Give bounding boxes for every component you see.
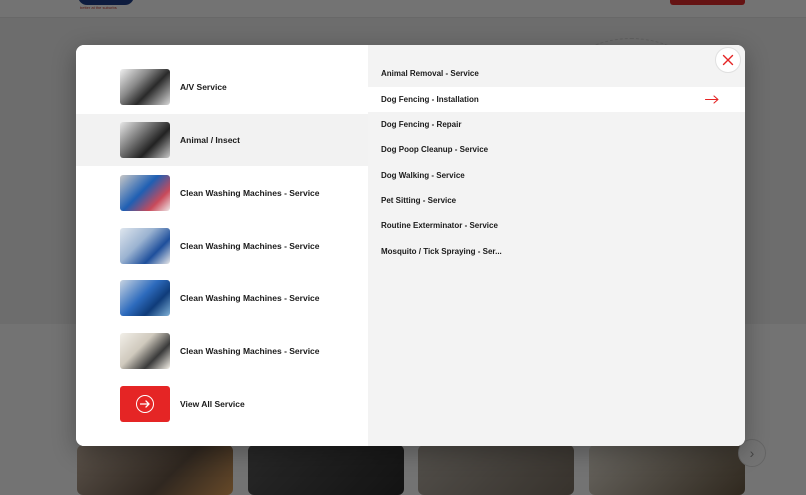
service-label: Pet Sitting - Service (381, 196, 457, 205)
service-label: Dog Fencing - Repair (381, 120, 462, 129)
category-item-av-service[interactable]: A/V Service (76, 61, 368, 113)
service-item[interactable]: Animal Removal - Service (368, 61, 745, 86)
service-item[interactable]: Routine Exterminator - Service (368, 213, 745, 238)
category-item-clean-washing-machines[interactable]: Clean Washing Machines - Service (76, 220, 368, 272)
category-label: A/V Service (180, 82, 227, 92)
service-item[interactable]: Dog Poop Cleanup - Service (368, 137, 745, 162)
view-all-service-link[interactable]: View All Service (76, 378, 368, 430)
category-item-clean-washing-machines[interactable]: Clean Washing Machines - Service (76, 272, 368, 324)
service-item[interactable]: Dog Fencing - Repair (368, 112, 745, 137)
service-label: Animal Removal - Service (381, 69, 479, 78)
category-item-clean-washing-machines[interactable]: Clean Washing Machines - Service (76, 325, 368, 377)
washing-machine-photo (120, 280, 170, 316)
category-label: Animal / Insect (180, 135, 240, 145)
category-list: A/V Service Animal / Insect Clean Washin… (76, 45, 368, 446)
category-label: Clean Washing Machines - Service (180, 188, 320, 198)
service-item[interactable]: Mosquito / Tick Spraying - Ser... (368, 239, 745, 264)
service-item-active[interactable]: Dog Fencing - Installation (368, 87, 745, 112)
view-all-label: View All Service (180, 399, 245, 409)
service-item[interactable]: Dog Walking - Service (368, 163, 745, 188)
pest-technician-photo (120, 122, 170, 158)
category-item-clean-washing-machines[interactable]: Clean Washing Machines - Service (76, 167, 368, 219)
view-all-tile (120, 386, 170, 422)
category-label: Clean Washing Machines - Service (180, 293, 320, 303)
category-label: Clean Washing Machines - Service (180, 346, 320, 356)
service-list: Animal Removal - Service Dog Fencing - I… (368, 45, 745, 446)
services-modal: A/V Service Animal / Insect Clean Washin… (76, 45, 745, 446)
washing-machine-photo (120, 333, 170, 369)
category-label: Clean Washing Machines - Service (180, 241, 320, 251)
close-button[interactable] (715, 47, 741, 73)
washing-machine-photo (120, 175, 170, 211)
service-label: Mosquito / Tick Spraying - Ser... (381, 247, 502, 256)
service-label: Dog Poop Cleanup - Service (381, 145, 489, 154)
service-label: Dog Fencing - Installation (381, 95, 479, 104)
category-item-animal-insect[interactable]: Animal / Insect (76, 114, 368, 166)
arrow-right-icon (705, 95, 719, 104)
arrow-right-circle-icon (136, 395, 154, 413)
washing-machine-photo (120, 228, 170, 264)
close-icon (722, 54, 734, 66)
arrow-right-icon (140, 400, 150, 408)
service-label: Dog Walking - Service (381, 171, 465, 180)
service-label: Routine Exterminator - Service (381, 221, 498, 230)
av-technician-photo (120, 69, 170, 105)
service-item[interactable]: Pet Sitting - Service (368, 188, 745, 213)
